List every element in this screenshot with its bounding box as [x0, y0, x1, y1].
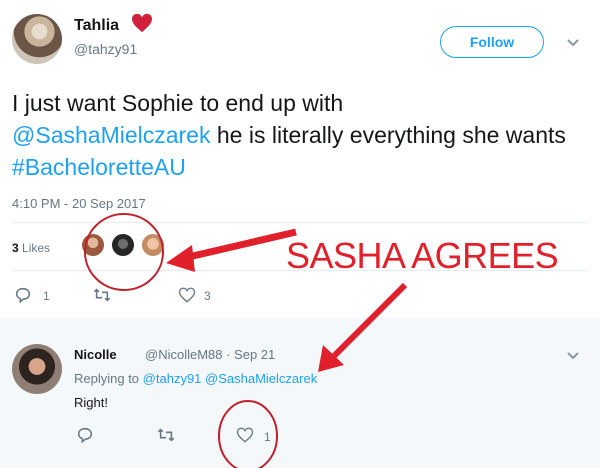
liker-avatar[interactable]	[80, 232, 106, 258]
tweet-text: I just want Sophie to end up with @Sasha…	[12, 87, 592, 183]
reply-text: Right!	[74, 395, 108, 410]
retweet-icon[interactable]	[157, 426, 175, 444]
likes-word: Likes	[22, 241, 51, 255]
liker-avatar[interactable]	[140, 232, 166, 258]
annotation-arrowhead	[166, 245, 195, 272]
reply-icon[interactable]	[14, 286, 32, 304]
chevron-down-icon[interactable]	[566, 38, 580, 48]
follow-button[interactable]: Follow	[440, 26, 544, 58]
tweet-text-part: I just want Sophie to end up with	[12, 90, 344, 116]
like-icon[interactable]	[236, 426, 254, 444]
chevron-down-icon[interactable]	[566, 351, 580, 361]
tweet-timestamp[interactable]: 4:10 PM - 20 Sep 2017	[12, 196, 146, 211]
like-count: 1	[264, 430, 271, 444]
reply-count: 1	[43, 289, 50, 303]
retweet-icon[interactable]	[93, 286, 111, 304]
likes-count: 3	[12, 241, 19, 255]
author-handle[interactable]: @tahzy91	[74, 41, 137, 57]
likes-summary[interactable]: 3 Likes	[12, 241, 50, 255]
reply-author-meta[interactable]: @NicolleM88 · Sep 21	[145, 347, 275, 362]
reply-icon[interactable]	[76, 426, 94, 444]
mention-link[interactable]: @SashaMielczarek	[12, 122, 210, 148]
like-icon[interactable]	[178, 286, 196, 304]
annotation-arrow	[179, 228, 297, 263]
hashtag-link[interactable]: #BacheloretteAU	[12, 154, 186, 180]
reply-tweet[interactable]	[0, 318, 600, 468]
author-avatar[interactable]	[12, 14, 62, 64]
divider	[12, 222, 588, 223]
tweet-text-part: he is literally everything she wants	[210, 122, 566, 148]
liker-avatar[interactable]	[110, 232, 136, 258]
replying-to: Replying to @tahzy91 @SashaMielczarek	[74, 371, 317, 386]
reply-author-name[interactable]: Nicolle	[74, 347, 117, 362]
heart-emoji-icon	[132, 13, 152, 33]
author-name[interactable]: Tahlia	[74, 17, 119, 35]
annotation-label: SASHA AGREES	[286, 235, 559, 276]
like-count: 3	[204, 289, 211, 303]
replying-prefix: Replying to	[74, 371, 140, 386]
mention-link[interactable]: @SashaMielczarek	[205, 371, 317, 386]
reply-author-avatar[interactable]	[12, 344, 62, 394]
mention-link[interactable]: @tahzy91	[143, 371, 202, 386]
